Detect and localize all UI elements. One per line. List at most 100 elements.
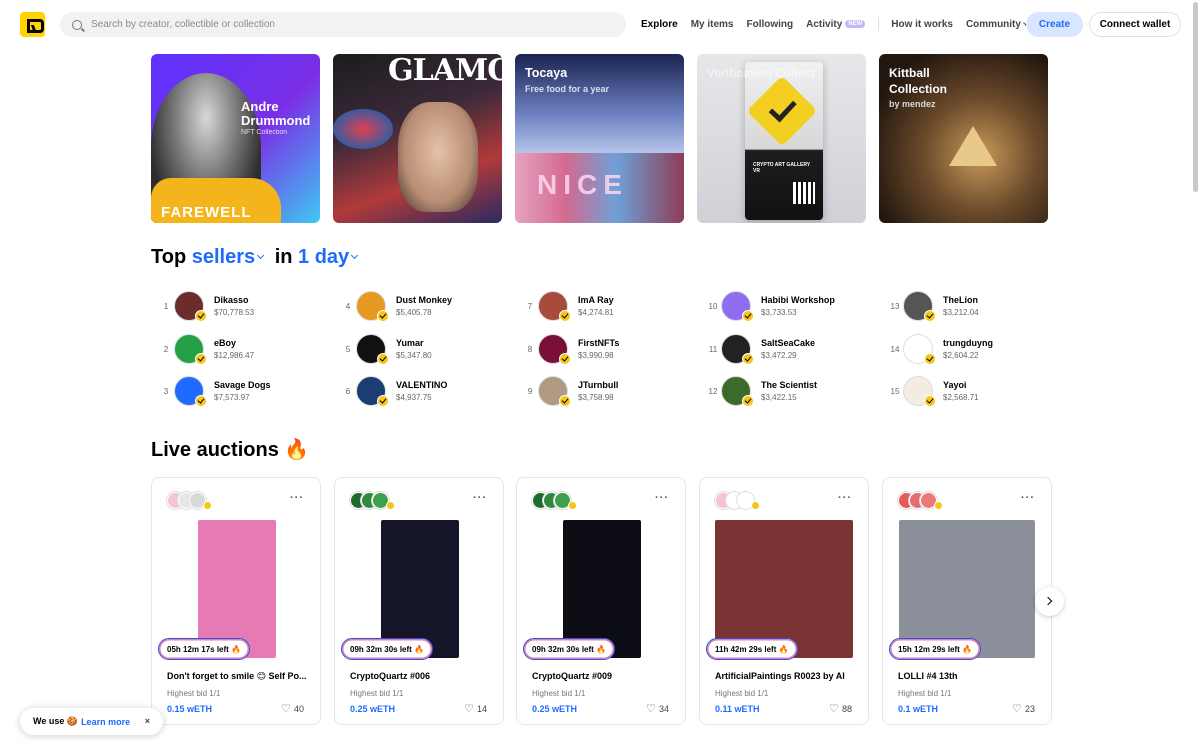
- seller-rank: 15: [890, 387, 900, 396]
- learn-more-link[interactable]: Learn more: [81, 717, 130, 727]
- period-dropdown[interactable]: 1 day: [298, 246, 363, 268]
- nav-how-it-works[interactable]: How it works: [891, 19, 953, 30]
- like-button[interactable]: 34: [646, 702, 669, 715]
- verified-icon: [742, 395, 754, 407]
- search-bar[interactable]: [60, 12, 626, 37]
- seller-name[interactable]: trungduyng: [943, 338, 993, 348]
- seller-item[interactable]: 7 ImA Ray $4,274.81: [524, 291, 684, 323]
- next-arrow-button[interactable]: [1035, 587, 1064, 616]
- banner-glamour[interactable]: GLAMOUR: [333, 54, 502, 223]
- banner-title: GLAMOUR: [388, 54, 502, 88]
- seller-name[interactable]: Savage Dogs: [214, 380, 271, 390]
- verified-icon: [934, 501, 943, 510]
- page-scrollbar[interactable]: [1193, 2, 1198, 192]
- seller-rank: 4: [345, 302, 351, 311]
- chevron-down-icon: [351, 251, 359, 260]
- like-button[interactable]: 88: [829, 702, 852, 715]
- new-badge: NEW: [845, 19, 866, 28]
- banner-andre-drummond[interactable]: Andre Drummond NFT Collection FAREWELL: [151, 54, 320, 223]
- seller-amount: $70,778.53: [214, 308, 255, 317]
- heart-icon: [281, 702, 291, 715]
- seller-name[interactable]: TheLion: [943, 295, 978, 305]
- artwork-title[interactable]: Don't forget to smile 😊 Self Po...: [167, 671, 307, 682]
- more-options-icon[interactable]: ···: [1021, 492, 1035, 504]
- artwork-title[interactable]: CryptoQuartz #009: [532, 671, 672, 681]
- like-button[interactable]: 14: [464, 702, 487, 715]
- nav-community[interactable]: Community: [965, 18, 1029, 30]
- seller-name[interactable]: FirstNFTs: [578, 338, 619, 348]
- highest-bid-label: Highest bid 1/1: [715, 689, 769, 698]
- seller-item[interactable]: 8 FirstNFTs $3,990.98: [524, 334, 684, 366]
- seller-name[interactable]: Dust Monkey: [396, 295, 452, 305]
- nav-explore[interactable]: Explore: [641, 19, 678, 30]
- nav-following[interactable]: Following: [746, 19, 793, 30]
- close-icon[interactable]: ×: [145, 716, 150, 726]
- seller-item[interactable]: 14 trungduyng $2,604.22: [889, 334, 1049, 366]
- seller-amount: $12,986.47: [214, 351, 255, 360]
- pyramid-eye-icon: [949, 126, 997, 166]
- seller-item[interactable]: 9 JTurnbull $3,758.98: [524, 376, 684, 408]
- seller-name[interactable]: The Scientist: [761, 380, 817, 390]
- connect-wallet-button[interactable]: Connect wallet: [1089, 12, 1181, 37]
- seller-name[interactable]: JTurnbull: [578, 380, 618, 390]
- nav-community-label: Community: [965, 18, 1021, 30]
- seller-name[interactable]: Dikasso: [214, 295, 249, 305]
- seller-item[interactable]: 11 SaltSeaCake $3,472.29: [707, 334, 867, 366]
- verified-icon: [377, 310, 389, 322]
- verified-icon: [742, 353, 754, 365]
- seller-item[interactable]: 1 Dikasso $70,778.53: [160, 291, 320, 323]
- seller-name[interactable]: Habibi Workshop: [761, 295, 835, 305]
- seller-amount: $3,758.98: [578, 393, 614, 402]
- more-options-icon[interactable]: ···: [838, 492, 852, 504]
- seller-item[interactable]: 13 TheLion $3,212.04: [889, 291, 1049, 323]
- create-button[interactable]: Create: [1026, 12, 1083, 37]
- seller-item[interactable]: 3 Savage Dogs $7,573.97: [160, 376, 320, 408]
- auction-card[interactable]: ··· 11h 42m 29s left 🔥 ArtificialPaintings…: [699, 477, 869, 725]
- auction-timer: 09h 32m 30s left 🔥: [341, 638, 433, 660]
- seller-item[interactable]: 4 Dust Monkey $5,405.78: [342, 291, 502, 323]
- bid-price: 0.25 wETH: [350, 704, 396, 714]
- nav-my-items[interactable]: My items: [691, 19, 734, 30]
- more-options-icon[interactable]: ···: [655, 492, 669, 504]
- seller-type-dropdown[interactable]: sellers: [192, 246, 269, 268]
- seller-item[interactable]: 10 Habibi Workshop $3,733.53: [707, 291, 867, 323]
- seller-name[interactable]: ImA Ray: [578, 295, 614, 305]
- seller-name[interactable]: Yumar: [396, 338, 424, 348]
- verified-icon: [203, 501, 212, 510]
- like-count: 23: [1024, 704, 1035, 714]
- seller-name[interactable]: eBoy: [214, 338, 236, 348]
- auction-card[interactable]: ··· 09h 32m 30s left 🔥 CryptoQuartz #009 Hi…: [516, 477, 686, 725]
- banner-title-line1: Andre: [241, 99, 279, 114]
- like-button[interactable]: 40: [281, 702, 304, 715]
- seller-amount: $4,274.81: [578, 308, 614, 317]
- live-auctions-heading: Live auctions 🔥: [151, 439, 310, 461]
- artwork-title[interactable]: CryptoQuartz #006: [350, 671, 490, 681]
- seller-item[interactable]: 15 Yayoi $2,568.71: [889, 376, 1049, 408]
- seller-name[interactable]: Yayoi: [943, 380, 967, 390]
- banner-kittball[interactable]: Kittball Collection by mendez: [879, 54, 1048, 223]
- auction-card[interactable]: ··· 15h 12m 29s left 🔥 LOLLI #4 13th Highes…: [882, 477, 1052, 725]
- seller-name[interactable]: SaltSeaCake: [761, 338, 815, 348]
- banner-subtitle: Free food for a year: [525, 84, 610, 94]
- seller-name[interactable]: VALENTINO: [396, 380, 447, 390]
- seller-item[interactable]: 2 eBoy $12,986.47: [160, 334, 320, 366]
- like-button[interactable]: 23: [1012, 702, 1035, 715]
- nav-activity[interactable]: Activity NEW: [806, 19, 866, 30]
- more-options-icon[interactable]: ···: [473, 492, 487, 504]
- seller-item[interactable]: 5 Yumar $5,347.80: [342, 334, 502, 366]
- seller-item[interactable]: 6 VALENTINO $4,937.75: [342, 376, 502, 408]
- search-input[interactable]: [91, 19, 591, 30]
- more-options-icon[interactable]: ···: [290, 492, 304, 504]
- artwork-title[interactable]: ArtificialPaintings R0023 by AI: [715, 671, 855, 681]
- banner-title: Andre Drummond: [241, 100, 310, 128]
- seller-rank: 1: [163, 302, 169, 311]
- auction-card[interactable]: ··· 05h 12m 17s left 🔥 Don't forget to smi…: [151, 477, 321, 725]
- banner-tocaya[interactable]: NICE Tocaya Free food for a year: [515, 54, 684, 223]
- artwork-title[interactable]: LOLLI #4 13th: [898, 671, 1038, 681]
- verified-icon: [559, 353, 571, 365]
- banner-verification[interactable]: CRYPTO ART GALLERY VR Verification Colle…: [697, 54, 866, 223]
- rarible-logo[interactable]: [20, 12, 45, 37]
- auction-card[interactable]: ··· 09h 32m 30s left 🔥 CryptoQuartz #006 Hi…: [334, 477, 504, 725]
- seller-item[interactable]: 12 The Scientist $3,422.15: [707, 376, 867, 408]
- seller-amount: $3,212.04: [943, 308, 979, 317]
